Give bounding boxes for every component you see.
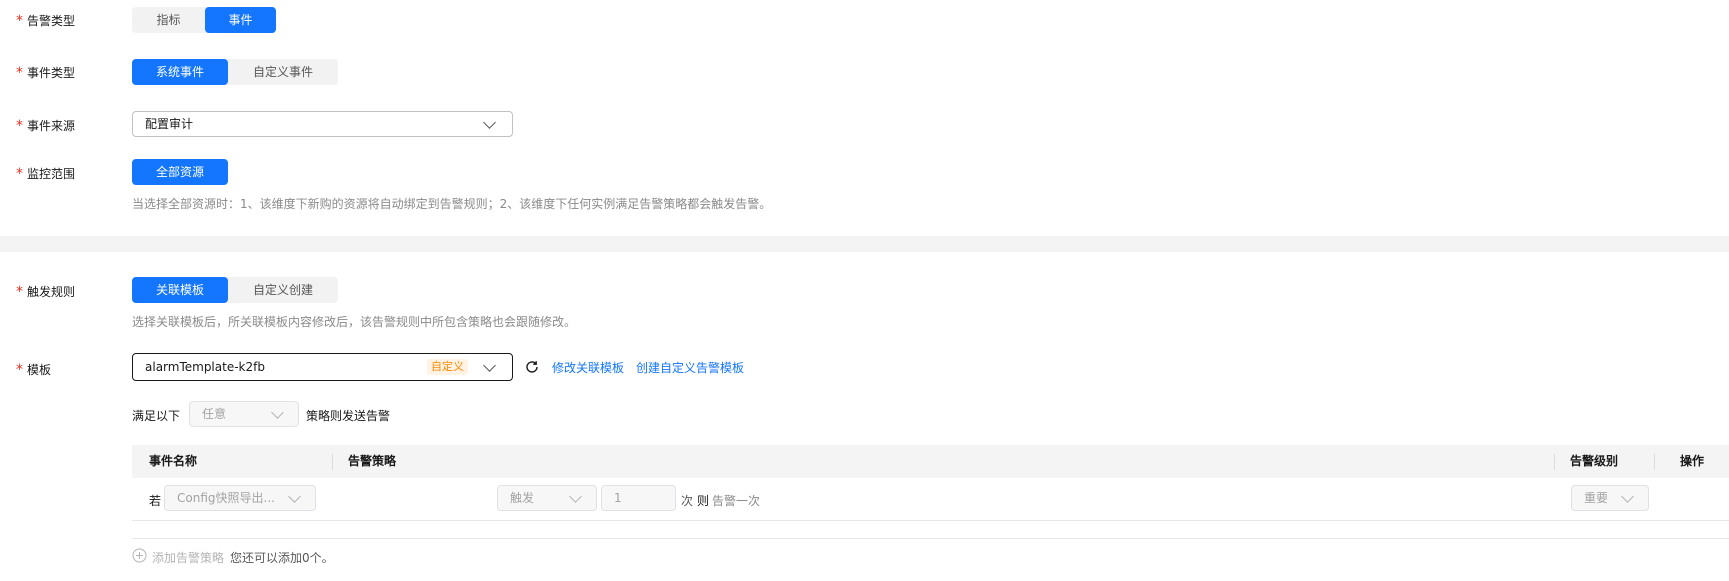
event-name-value: Config快照导出... [177, 491, 275, 505]
condition-suffix: 策略则发送告警 [306, 409, 391, 423]
policy-table-header: 事件名称 告警策略 告警级别 操作 [132, 445, 1729, 478]
required-asterisk: * [16, 362, 23, 378]
count-value: 1 [614, 491, 622, 505]
column-divider [332, 454, 333, 470]
alarm-level-value: 重要 [1584, 491, 1609, 505]
trigger-select[interactable]: 触发 [497, 485, 597, 511]
table-row-divider [132, 520, 1729, 521]
trigger-rule-option-template[interactable]: 关联模板 [132, 277, 228, 303]
event-source-label-text: 事件来源 [27, 119, 76, 133]
chevron-down-icon [483, 116, 496, 129]
trigger-rule-toggle: 关联模板 自定义创建 [132, 277, 338, 303]
times-label: 次 [681, 494, 694, 508]
chevron-down-icon [271, 406, 284, 419]
section-divider [0, 236, 1729, 252]
add-policy-link[interactable]: 添加告警策略 [152, 549, 224, 566]
alarm-type-option-event[interactable]: 事件 [205, 7, 276, 33]
event-source-label: * 事件来源 [16, 117, 75, 134]
event-type-toggle: 系统事件 自定义事件 [132, 59, 338, 85]
alarm-type-label-text: 告警类型 [27, 14, 76, 28]
alarm-once-label: 告警一次 [712, 494, 761, 508]
chevron-down-icon [288, 490, 301, 503]
monitor-scope-label: * 监控范围 [16, 165, 75, 182]
alarm-type-toggle: 指标 事件 [132, 7, 276, 33]
alarm-type-label: * 告警类型 [16, 12, 75, 29]
column-divider [1554, 454, 1555, 470]
refresh-icon[interactable] [524, 359, 540, 375]
table-bottom-divider [132, 538, 1729, 539]
create-template-link[interactable]: 创建自定义告警模板 [636, 359, 744, 376]
event-type-option-custom[interactable]: 自定义事件 [228, 59, 338, 85]
add-circle-icon[interactable] [132, 548, 147, 563]
then-label: 则 [697, 494, 710, 508]
trigger-rule-label: * 触发规则 [16, 283, 75, 300]
monitor-scope-label-text: 监控范围 [27, 167, 76, 181]
row-if-label: 若 [149, 494, 162, 508]
template-label-text: 模板 [27, 363, 52, 377]
required-asterisk: * [16, 118, 23, 134]
template-label: * 模板 [16, 361, 51, 378]
modify-template-link[interactable]: 修改关联模板 [552, 359, 624, 376]
event-type-label-text: 事件类型 [27, 66, 76, 80]
monitor-scope-hint: 当选择全部资源时：1、该维度下新购的资源将自动绑定到告警规则；2、该维度下任何实… [132, 197, 772, 211]
column-actions: 操作 [1680, 454, 1705, 468]
count-input[interactable]: 1 [601, 485, 676, 511]
column-divider [1654, 454, 1655, 470]
chevron-down-icon [569, 490, 582, 503]
template-select[interactable]: alarmTemplate-k2fb 自定义 [132, 353, 513, 381]
trigger-rule-hint: 选择关联模板后，所关联模板内容修改后，该告警规则中所包含策略也会跟随修改。 [132, 315, 577, 329]
event-source-value: 配置审计 [145, 117, 194, 131]
required-asterisk: * [16, 65, 23, 81]
column-alarm-policy: 告警策略 [348, 454, 397, 468]
trigger-rule-option-custom[interactable]: 自定义创建 [228, 277, 338, 303]
chevron-down-icon [483, 359, 496, 372]
column-alarm-level: 告警级别 [1570, 454, 1619, 468]
required-asterisk: * [16, 13, 23, 29]
required-asterisk: * [16, 284, 23, 300]
trigger-value: 触发 [510, 491, 535, 505]
condition-match-select[interactable]: 任意 [189, 401, 299, 427]
condition-match-value: 任意 [202, 407, 227, 421]
custom-tag-badge: 自定义 [427, 359, 468, 375]
column-event-name: 事件名称 [149, 454, 198, 468]
required-asterisk: * [16, 166, 23, 182]
add-policy-note: 您还可以添加0个。 [230, 551, 334, 565]
alarm-level-select[interactable]: 重要 [1571, 485, 1649, 511]
all-resources-button[interactable]: 全部资源 [132, 159, 228, 185]
chevron-down-icon [1621, 490, 1634, 503]
event-type-option-system[interactable]: 系统事件 [132, 59, 228, 85]
template-value: alarmTemplate-k2fb [145, 360, 265, 374]
alarm-type-option-metric[interactable]: 指标 [132, 7, 205, 33]
condition-prefix: 满足以下 [132, 409, 181, 423]
trigger-rule-label-text: 触发规则 [27, 285, 76, 299]
event-type-label: * 事件类型 [16, 64, 75, 81]
event-source-select[interactable]: 配置审计 [132, 111, 513, 137]
event-name-select[interactable]: Config快照导出... [164, 485, 316, 511]
